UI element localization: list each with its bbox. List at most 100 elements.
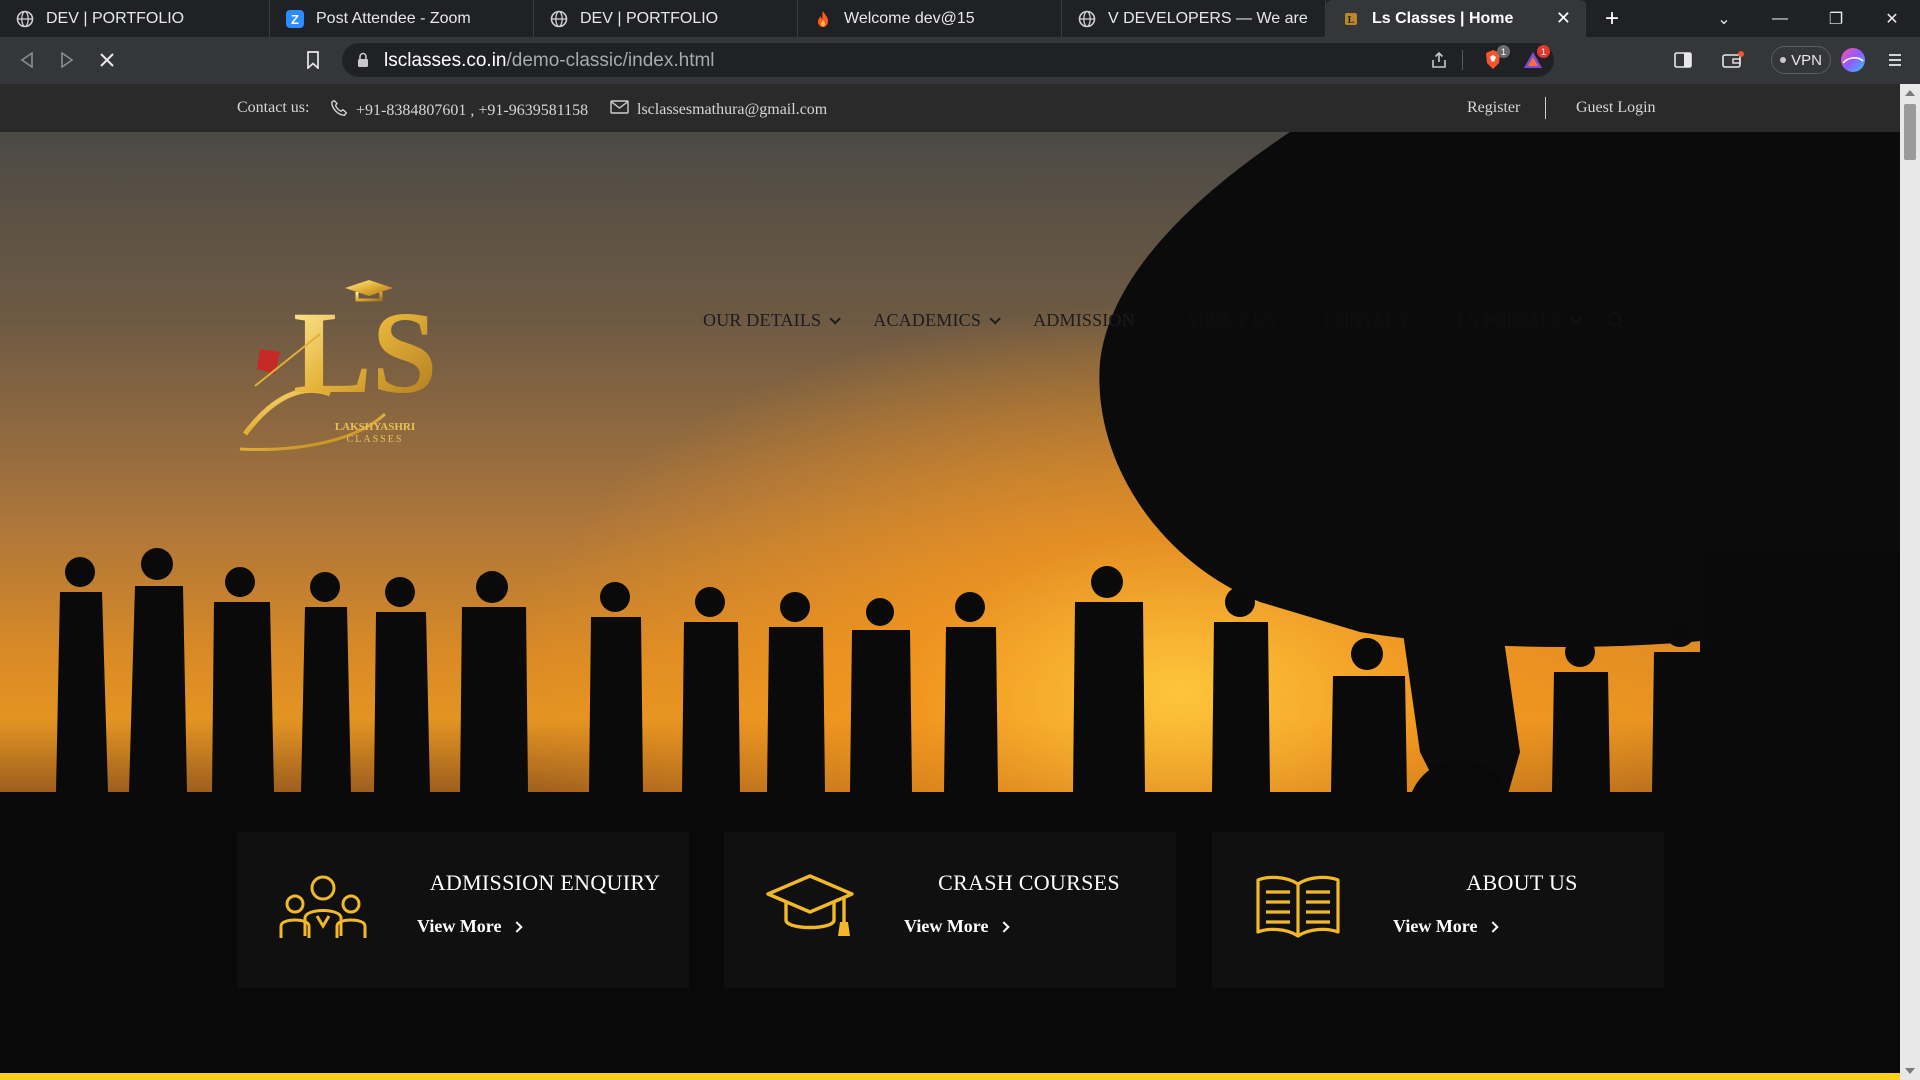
tab-dev-portfolio-2[interactable]: DEV | PORTFOLIO [534, 0, 798, 37]
restore-window-button[interactable]: ❐ [1808, 0, 1864, 37]
nav-contact[interactable]: CONTACT [1324, 310, 1409, 331]
logo-text-line2: CLASSES [347, 434, 404, 445]
globe-icon [16, 10, 34, 28]
tab-title: Ls Classes | Home [1372, 9, 1514, 27]
nav-about-us[interactable]: ABOUT US [1185, 310, 1276, 331]
window-controls: ⌄ — ❐ ✕ [1696, 0, 1920, 37]
guest-login-link[interactable]: Guest Login [1576, 99, 1656, 117]
tab-title: DEV | PORTFOLIO [580, 9, 719, 27]
brave-rewards-icon[interactable]: 1 [1518, 45, 1550, 75]
nav-label: ADMISSION [1033, 310, 1135, 330]
nav-label: ABOUT US [1184, 310, 1276, 330]
contact-label: Contact us: [237, 99, 310, 116]
forward-button[interactable] [54, 47, 80, 73]
browser-tab-strip: DEV | PORTFOLIO Z Post Attendee - Zoom D… [0, 0, 1920, 37]
globe-icon [550, 10, 568, 28]
nav-our-details[interactable]: OUR DETAILS [703, 310, 842, 331]
scroll-down-arrow[interactable] [1905, 1068, 1915, 1074]
card-about-us[interactable]: ABOUT US View More [1212, 832, 1664, 988]
phone-icon [330, 99, 348, 122]
vpn-status-dot [1780, 57, 1787, 63]
nav-label: ACADEMICS [873, 310, 982, 330]
shields-badge: 1 [1497, 45, 1510, 58]
url-text: lsclasses.co.in/demo-classic/index.html [384, 50, 715, 72]
card-admission-enquiry[interactable]: ADMISSION ENQUIRY View More [237, 832, 689, 988]
url-path: /demo-classic/index.html [506, 50, 715, 71]
close-window-button[interactable]: ✕ [1864, 0, 1920, 37]
view-more-link[interactable]: View More [904, 916, 1011, 937]
feature-cards: ADMISSION ENQUIRY View More CRASH COURSE… [0, 832, 1900, 988]
scroll-up-arrow[interactable] [1905, 90, 1915, 96]
nav-admission[interactable]: ADMISSION [1033, 310, 1135, 331]
tab-v-developers[interactable]: V DEVELOPERS — We are the DE [1062, 0, 1326, 37]
logo-monogram: LS [293, 287, 435, 418]
address-bar[interactable]: lsclasses.co.in/demo-classic/index.html … [342, 43, 1554, 77]
profile-avatar[interactable] [1838, 45, 1868, 75]
tab-title: DEV | PORTFOLIO [46, 9, 185, 27]
view-more-label: View More [1393, 916, 1478, 936]
register-link[interactable]: Register [1467, 99, 1520, 117]
vpn-label: VPN [1791, 51, 1822, 69]
card-title: CRASH COURSES [938, 870, 1120, 895]
flame-icon [814, 10, 832, 28]
svg-text:Z: Z [291, 12, 299, 27]
omnibox-divider [1462, 50, 1463, 70]
view-more-label: View More [904, 916, 989, 936]
globe-icon [1078, 10, 1096, 28]
lock-icon [356, 51, 370, 69]
chevron-right-icon [511, 920, 524, 933]
phone-numbers[interactable]: +91-8384807601 , +91-9639581158 [330, 99, 588, 122]
tab-search-chevron-icon[interactable]: ⌄ [1696, 0, 1752, 37]
card-crash-courses[interactable]: CRASH COURSES View More [724, 832, 1176, 988]
ls-favicon-icon: L [1342, 10, 1360, 28]
back-button[interactable] [14, 47, 40, 73]
stop-loading-button[interactable] [94, 47, 120, 73]
url-host: lsclasses.co.in [384, 50, 507, 71]
chevron-right-icon [1487, 920, 1500, 933]
zoom-icon: Z [286, 9, 304, 28]
nav-label: LS PORTALS [1456, 310, 1562, 330]
graduation-cap-icon [766, 874, 854, 936]
browser-toolbar: lsclasses.co.in/demo-classic/index.html … [0, 37, 1920, 84]
main-navigation: OUR DETAILS ACADEMICS ADMISSION ABOUT US… [703, 310, 1626, 331]
bookmark-icon[interactable] [298, 45, 328, 75]
view-more-link[interactable]: View More [417, 916, 524, 937]
menu-icon[interactable] [1880, 45, 1910, 75]
group-people-icon [279, 875, 367, 938]
phone-text: +91-8384807601 , +91-9639581158 [356, 101, 589, 119]
page-scrollbar[interactable] [1900, 84, 1920, 1080]
wallet-icon[interactable] [1718, 45, 1748, 75]
vpn-button[interactable]: VPN [1771, 46, 1831, 74]
nav-label: OUR DETAILS [703, 310, 822, 330]
email-link[interactable]: lsclassesmathura@gmail.com [610, 99, 827, 120]
open-book-icon [1256, 875, 1340, 938]
chevron-down-icon [829, 312, 842, 325]
tab-welcome-dev[interactable]: Welcome dev@15 [798, 0, 1062, 37]
card-title: ADMISSION ENQUIRY [429, 870, 661, 895]
nav-academics[interactable]: ACADEMICS [873, 310, 1001, 331]
close-tab-icon[interactable]: ✕ [1556, 8, 1571, 29]
new-tab-button[interactable]: + [1586, 0, 1638, 37]
scrollbar-thumb[interactable] [1904, 104, 1916, 160]
rewards-badge: 1 [1537, 45, 1550, 58]
chevron-down-icon [1570, 312, 1582, 325]
tab-title: V DEVELOPERS — We are the DE [1108, 9, 1311, 27]
tab-ls-classes-home[interactable]: L Ls Classes | Home ✕ [1326, 0, 1586, 37]
share-icon[interactable] [1424, 45, 1454, 75]
nav-label: CONTACT [1323, 310, 1409, 330]
brave-shields-icon[interactable]: 1 [1478, 45, 1510, 75]
minimize-window-button[interactable]: — [1752, 0, 1808, 37]
nav-ls-portals[interactable]: LS PORTALS [1456, 310, 1582, 331]
tab-zoom[interactable]: Z Post Attendee - Zoom [270, 0, 534, 37]
web-page: Contact us: +91-8384807601 , +91-9639581… [0, 84, 1900, 1080]
lakshyashri-classes-logo[interactable]: LS LAKSHYASHRI CLASSES [235, 274, 435, 464]
sidebar-toggle-icon[interactable] [1668, 45, 1698, 75]
email-text: lsclassesmathura@gmail.com [637, 100, 828, 118]
chevron-right-icon [998, 920, 1011, 933]
contact-bar: Contact us: +91-8384807601 , +91-9639581… [0, 84, 1900, 132]
view-more-label: View More [417, 916, 502, 936]
search-icon[interactable] [1606, 310, 1626, 331]
tab-dev-portfolio-1[interactable]: DEV | PORTFOLIO [0, 0, 270, 37]
view-more-link[interactable]: View More [1393, 916, 1500, 937]
card-title: ABOUT US [1466, 870, 1578, 895]
